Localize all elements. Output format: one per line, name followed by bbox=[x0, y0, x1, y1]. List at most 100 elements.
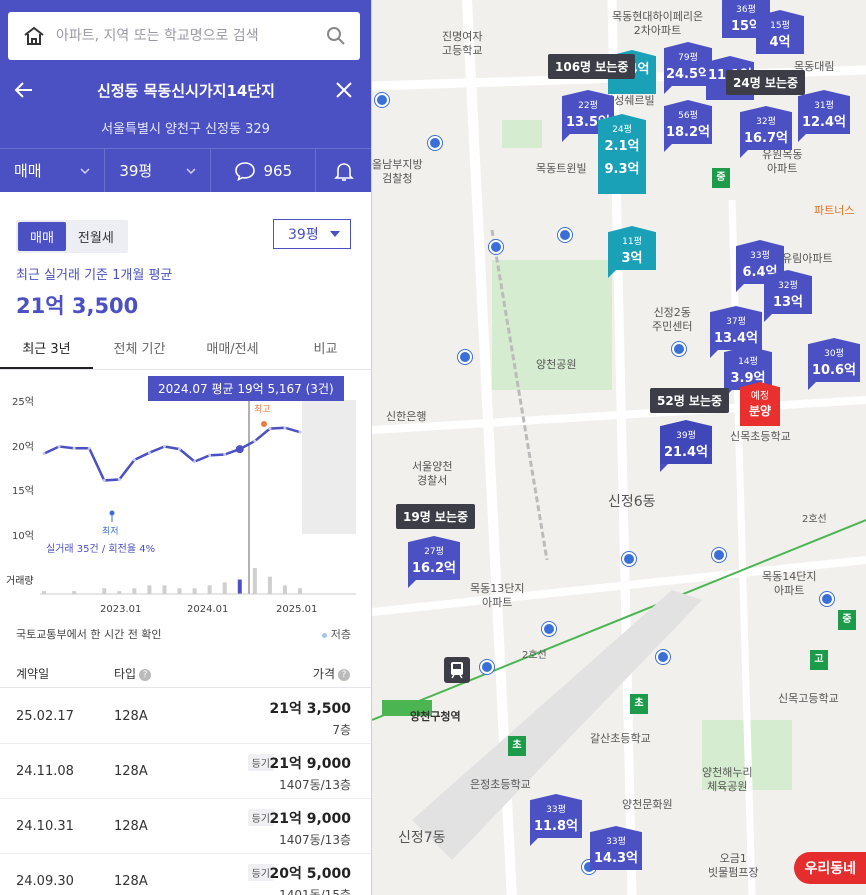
price-pin[interactable]: 32평 13억 bbox=[764, 270, 812, 322]
price-pin[interactable]: 27평 16.2억 bbox=[408, 536, 460, 588]
average-price: 21억 3,500 bbox=[16, 294, 139, 318]
price-pin[interactable]: 32평 16.7억 bbox=[740, 106, 792, 158]
school-marker-middle[interactable]: 중 bbox=[838, 610, 856, 630]
price-pin[interactable]: 56평 18.2억 bbox=[664, 100, 712, 152]
price-pin[interactable]: 33평 14.3억 bbox=[590, 826, 642, 870]
pin-body: 39평 21.4억 bbox=[660, 420, 712, 464]
label-danji14[interactable]: 목동14단지 아파트 bbox=[762, 570, 816, 598]
search-bar[interactable] bbox=[8, 12, 360, 60]
label-twinvill[interactable]: 목동트윈빌 bbox=[536, 162, 587, 176]
price-pin[interactable]: 79평 24.5억 bbox=[664, 42, 712, 94]
price-pin-selected[interactable]: 39평 21.4억 bbox=[660, 420, 712, 472]
bus-stop-icon[interactable] bbox=[375, 93, 389, 107]
price-pin[interactable]: 9.3억 bbox=[598, 150, 646, 194]
data-point bbox=[283, 426, 287, 430]
label-eunjeong-elementary[interactable]: 은정초등학교 bbox=[470, 778, 531, 792]
volume-label: 거래량 bbox=[6, 575, 34, 587]
subway-station-icon[interactable] bbox=[444, 657, 470, 683]
label-sinmok-elementary[interactable]: 신목초등학교 bbox=[730, 430, 791, 444]
bus-stop-icon[interactable] bbox=[672, 342, 686, 356]
label-partners[interactable]: 파트너스 bbox=[814, 204, 854, 218]
data-point bbox=[162, 444, 166, 448]
school-marker-high[interactable]: 고 bbox=[810, 650, 828, 670]
school-marker-elementary[interactable]: 초 bbox=[508, 736, 526, 756]
row-date: 24.10.31 bbox=[16, 819, 74, 834]
alert-button[interactable] bbox=[316, 149, 371, 192]
data-point bbox=[147, 451, 151, 455]
bus-stop-icon[interactable] bbox=[489, 240, 503, 254]
search-input[interactable] bbox=[56, 28, 326, 44]
comments-button[interactable]: 965 bbox=[211, 149, 316, 192]
label-culture-center[interactable]: 양천문화원 bbox=[622, 798, 673, 812]
price-pin[interactable]: 11평 3억 bbox=[608, 226, 656, 278]
table-row[interactable]: 24.10.31 128A 등기 21억 9,000 1407동/13층 bbox=[0, 799, 371, 854]
deal-type-dropdown[interactable]: 매매 bbox=[0, 149, 106, 192]
bus-stop-icon[interactable] bbox=[656, 650, 670, 664]
size-dropdown[interactable]: 39평 bbox=[105, 149, 211, 192]
close-icon[interactable] bbox=[332, 78, 356, 102]
pin-price: 16.2억 bbox=[411, 561, 457, 576]
bus-stop-icon[interactable] bbox=[542, 622, 556, 636]
bus-stop-icon[interactable] bbox=[480, 660, 494, 674]
viewers-badge[interactable]: 106명 보는중 bbox=[548, 54, 636, 79]
bus-stop-icon[interactable] bbox=[622, 552, 636, 566]
label-yurim-apt[interactable]: 유림아파트 bbox=[782, 252, 833, 266]
label-jinmyeong-high[interactable]: 진명여자 고등학교 bbox=[442, 30, 482, 58]
size-select[interactable]: 39평 bbox=[273, 219, 351, 249]
volume-bar bbox=[222, 582, 227, 594]
label-yangcheon-park[interactable]: 양천공원 bbox=[536, 358, 576, 372]
price-chart[interactable]: 25억 20억 15억 10억 최고 최저 실거래 35건 / 회전율 4% 거… bbox=[0, 372, 371, 624]
table-row[interactable]: 25.02.17 128A 21억 3,500 7층 bbox=[0, 689, 371, 744]
pin-size: 15평 bbox=[770, 21, 790, 31]
school-marker-middle[interactable]: 중 bbox=[712, 168, 730, 188]
tab-compare[interactable]: 비교 bbox=[279, 330, 371, 369]
pin-body: 30평 10.6억 bbox=[808, 338, 860, 382]
price-pin[interactable]: 15평 4억 bbox=[756, 10, 804, 54]
data-point bbox=[223, 452, 227, 456]
bus-stop-icon[interactable] bbox=[712, 548, 726, 562]
help-icon[interactable]: ? bbox=[139, 668, 152, 681]
pin-body: 31평 12.4억 bbox=[798, 90, 850, 134]
label-ogeum-pump[interactable]: 오금1 빗물펌프장 bbox=[708, 852, 759, 880]
bus-stop-icon[interactable] bbox=[428, 136, 442, 150]
my-neighborhood-button[interactable]: 우리동네 bbox=[794, 852, 866, 884]
table-row[interactable]: 24.09.30 128A 등기 20억 5,000 1401동/15층 bbox=[0, 854, 371, 895]
volume-layer bbox=[42, 568, 302, 594]
label-sinmok-high[interactable]: 신목고등학교 bbox=[778, 692, 839, 706]
map-view[interactable]: 진명여자 고등학교 목동현대하이페리온 2차아파트 올남부지방 검찰청 목동트윈빌 목… bbox=[372, 0, 866, 895]
label-galsan-elementary[interactable]: 갈산초등학교 bbox=[590, 732, 651, 746]
bell-icon bbox=[334, 162, 354, 181]
table-row[interactable]: 24.11.08 128A 등기 21억 9,000 1407동/13층 bbox=[0, 744, 371, 799]
label-yangcheon-station[interactable]: 양천구청역 bbox=[410, 710, 461, 724]
tab-all-period[interactable]: 전체 기간 bbox=[93, 330, 186, 369]
tab-sale[interactable]: 매매 bbox=[18, 222, 66, 251]
label-haenuri-park[interactable]: 양천해누리 체육공원 bbox=[702, 766, 753, 794]
label-danji13[interactable]: 목동13단지 아파트 bbox=[470, 582, 524, 610]
viewers-badge[interactable]: 24명 보는중 bbox=[726, 70, 806, 95]
price-pin[interactable]: 30평 10.6억 bbox=[808, 338, 860, 390]
presale-pin[interactable]: 예정 분양 bbox=[740, 382, 780, 426]
search-icon[interactable] bbox=[326, 26, 346, 46]
pin-price: 14.3억 bbox=[593, 851, 639, 866]
viewers-badge[interactable]: 19명 보는중 bbox=[396, 504, 476, 529]
label-police-station[interactable]: 서울양천 경찰서 bbox=[412, 460, 452, 488]
label-sinjeong2-office[interactable]: 신정2동 주민센터 bbox=[652, 306, 692, 334]
pin-body: 56평 18.2억 bbox=[664, 100, 712, 144]
label-shinhan-bank[interactable]: 신한은행 bbox=[386, 410, 426, 424]
tab-sale-jeonse[interactable]: 매매/전세 bbox=[186, 330, 279, 369]
tab-recent-3y[interactable]: 최근 3년 bbox=[0, 330, 93, 369]
bus-stop-icon[interactable] bbox=[458, 350, 472, 364]
school-marker-elementary[interactable]: 초 bbox=[630, 694, 648, 714]
price-pin[interactable]: 33평 11.8억 bbox=[530, 794, 582, 846]
help-icon[interactable]: ? bbox=[338, 668, 350, 681]
home-icon[interactable] bbox=[22, 24, 46, 48]
pin-body: 37평 13.4억 bbox=[710, 306, 762, 350]
viewers-badge[interactable]: 52명 보는중 bbox=[650, 388, 730, 413]
price-pin[interactable]: 31평 12.4억 bbox=[798, 90, 850, 142]
label-hyundai-hyperion[interactable]: 목동현대하이페리온 2차아파트 bbox=[612, 10, 703, 38]
bus-stop-icon[interactable] bbox=[820, 592, 834, 606]
bus-stop-icon[interactable] bbox=[558, 228, 572, 242]
tab-rent[interactable]: 전월세 bbox=[66, 222, 126, 251]
back-arrow-icon[interactable] bbox=[12, 78, 36, 102]
label-prosecutors-office[interactable]: 올남부지방 검찰청 bbox=[372, 158, 423, 186]
